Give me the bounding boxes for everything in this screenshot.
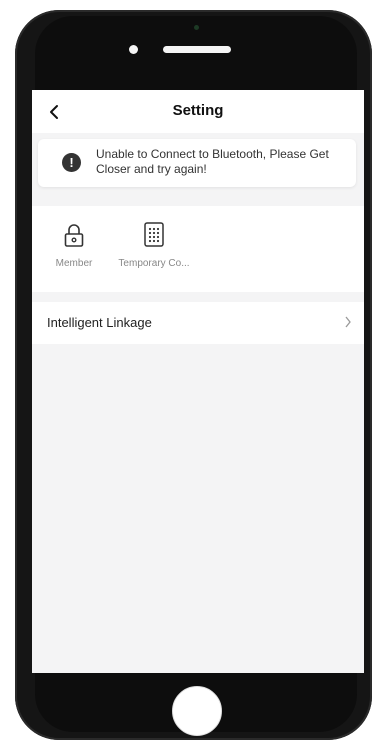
exclamation-icon: ! [62,153,81,172]
lock-icon [64,224,84,247]
chevron-right-icon [345,316,351,328]
feature-grid: Member Temporary Co... [32,206,364,292]
keypad-icon [144,222,164,247]
alert-message: Unable to Connect to Bluetooth, Please G… [96,147,329,176]
page-title: Setting [172,102,224,119]
bluetooth-alert: ! Unable to Connect to Bluetooth, Please… [38,139,356,187]
intelligent-linkage-row[interactable]: Intelligent Linkage [32,302,364,344]
temporary-code-label: Temporary Co... [118,258,190,269]
member-button[interactable]: Member [34,218,114,286]
member-label: Member [55,258,93,269]
app-screen: Setting ! Unable to Connect to Bluetooth… [32,90,364,673]
home-button[interactable] [172,686,222,736]
navigation-bar: Setting [32,90,364,133]
temporary-code-button[interactable]: Temporary Co... [114,218,194,286]
front-camera [129,45,138,54]
earpiece-speaker [163,46,231,53]
front-sensor [194,25,199,30]
intelligent-linkage-label: Intelligent Linkage [47,315,152,330]
